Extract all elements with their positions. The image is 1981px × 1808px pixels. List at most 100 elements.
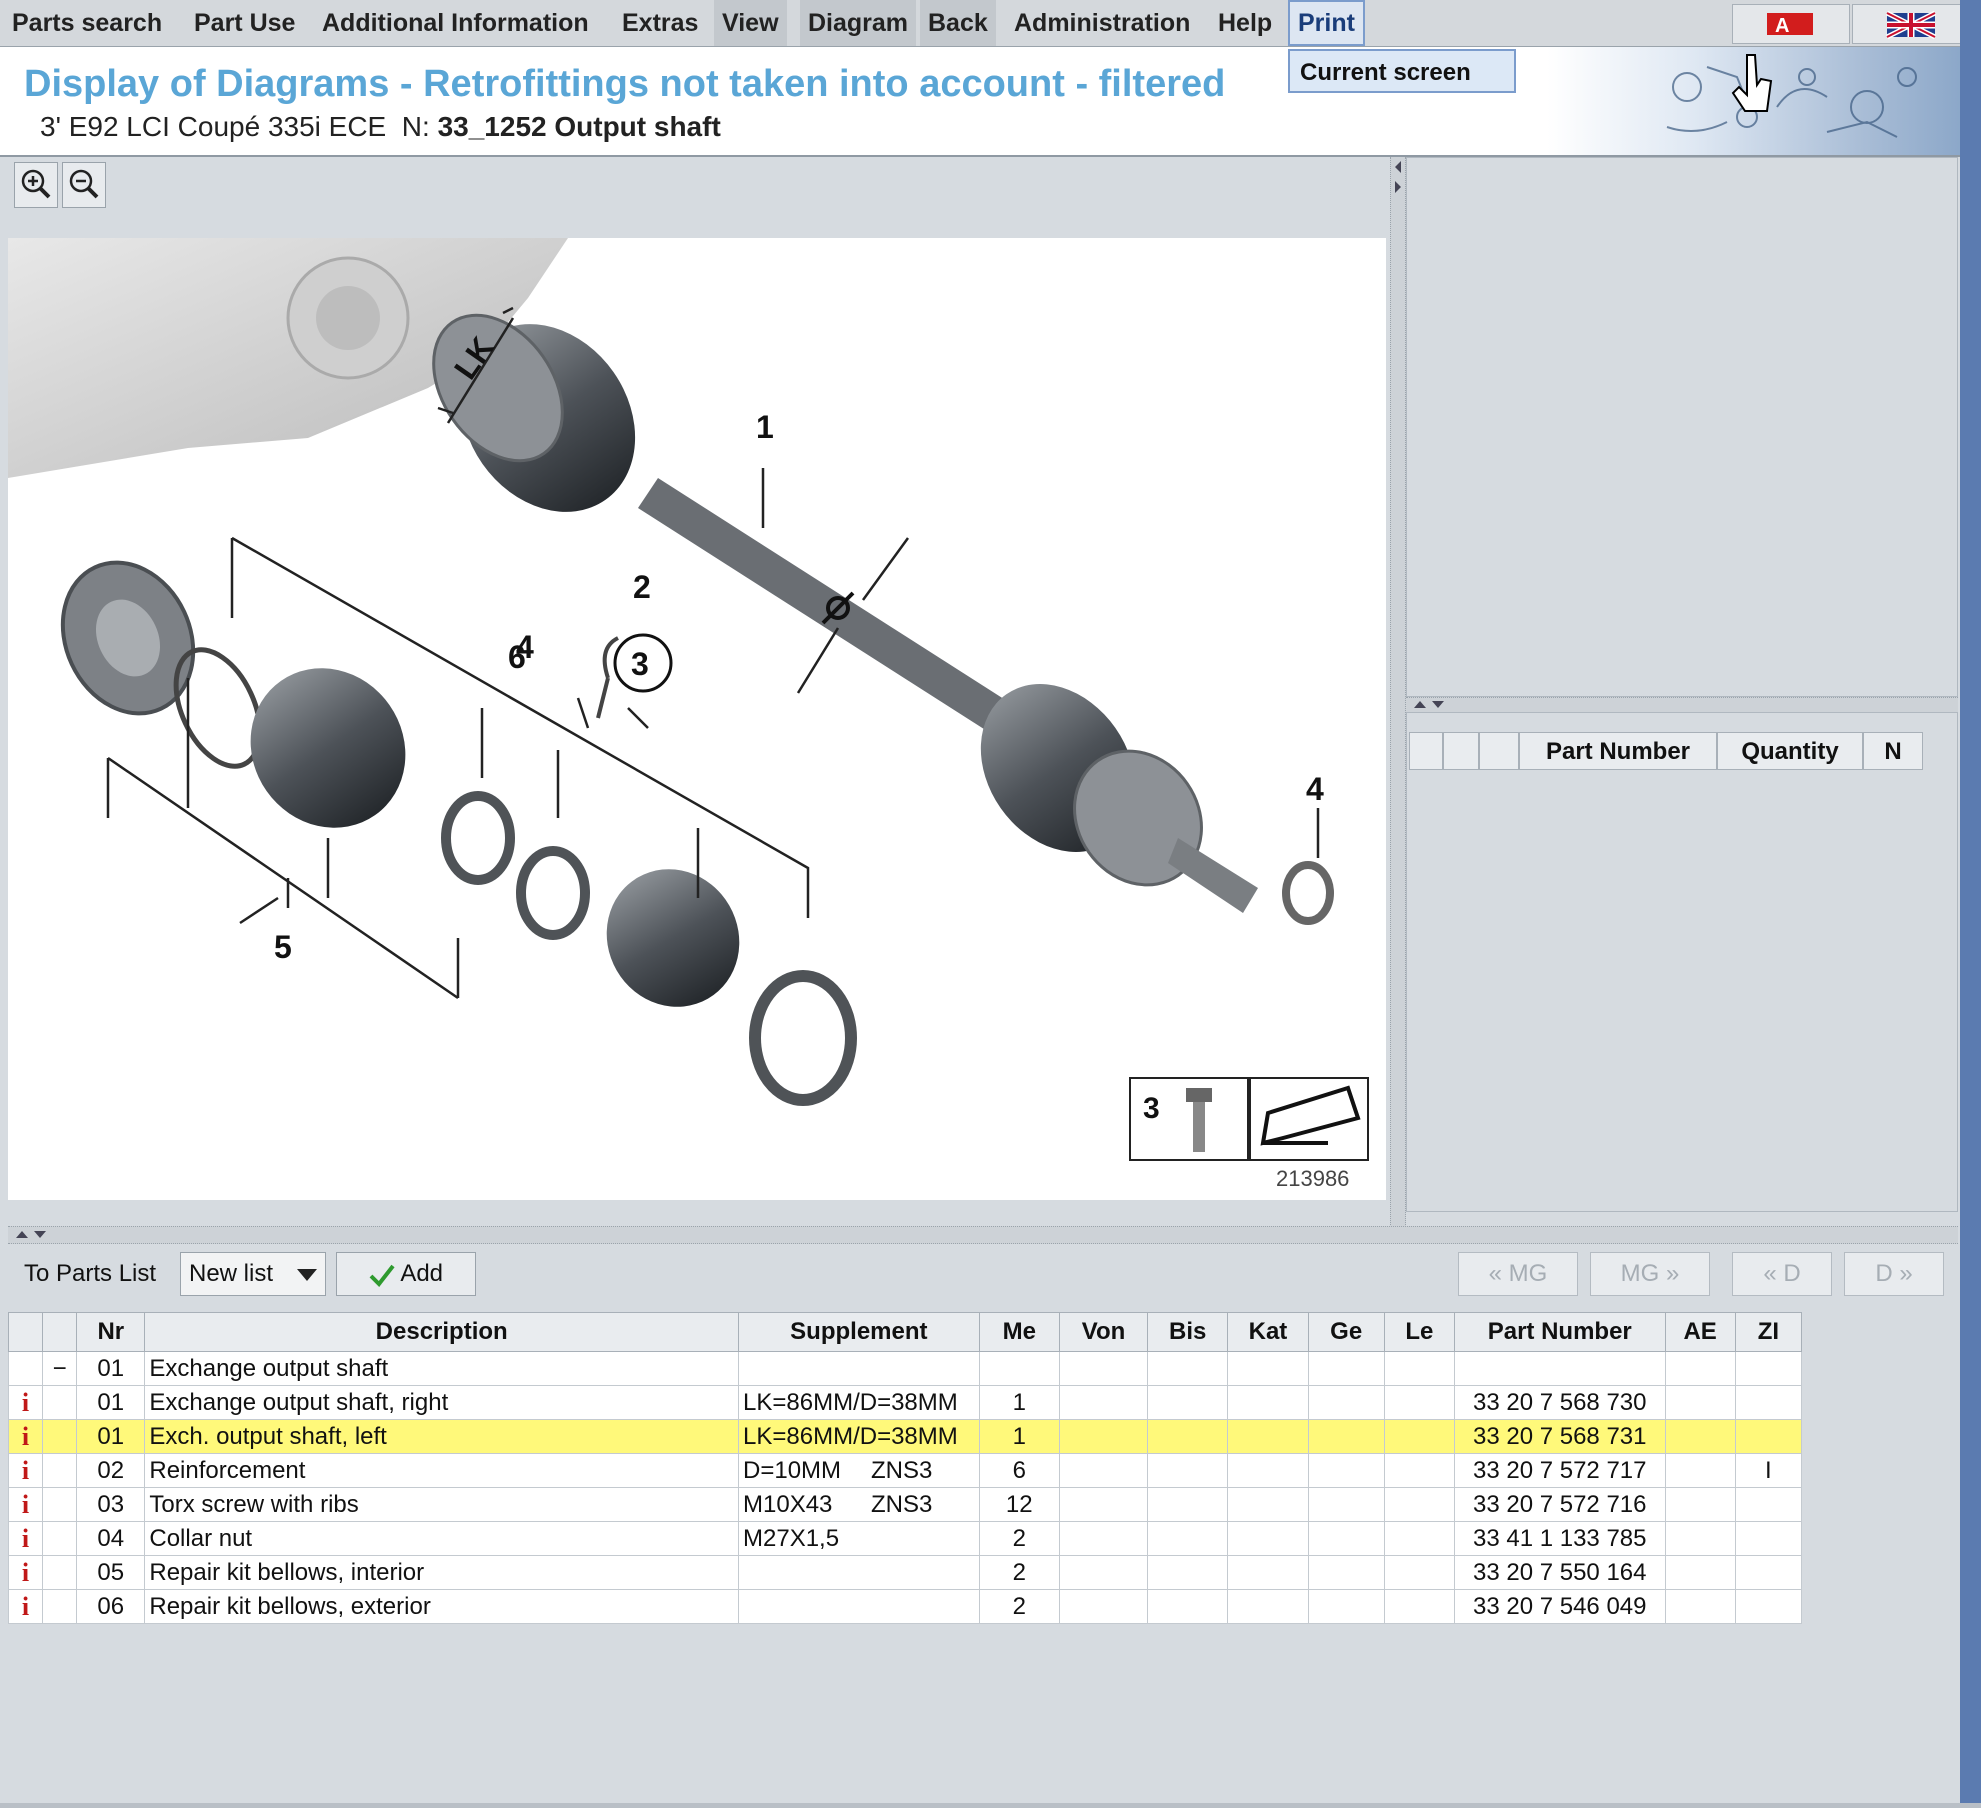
callout-3[interactable]: 3 bbox=[631, 646, 649, 682]
cell-marker: − bbox=[42, 1351, 78, 1386]
cell-marker bbox=[42, 1521, 78, 1556]
diagram-image[interactable]: 1 2 4 4 5 6 3 LK 3 213986 bbox=[8, 238, 1386, 1200]
callout-5[interactable]: 5 bbox=[274, 929, 292, 965]
splitter-arrows-icon-main bbox=[16, 1231, 46, 1238]
right-horizontal-splitter[interactable] bbox=[1406, 697, 1958, 713]
cell-bis bbox=[1147, 1453, 1229, 1488]
table-row[interactable]: i 06 Repair kit bellows, exterior 2 33 20 7 … bbox=[7, 1589, 1803, 1624]
info-icon[interactable]: i bbox=[7, 1453, 44, 1488]
zoom-in-button[interactable] bbox=[14, 162, 58, 208]
menu-view[interactable]: View bbox=[714, 0, 787, 46]
menu-administration[interactable]: Administration bbox=[1012, 0, 1192, 46]
mini-col-1[interactable] bbox=[1443, 732, 1479, 770]
col-info[interactable] bbox=[7, 1312, 44, 1352]
cell-marker bbox=[42, 1487, 78, 1522]
vehicle-subtitle: 3' E92 LCI Coupé 335i ECE N: 33_1252 Out… bbox=[40, 111, 721, 143]
col-von[interactable]: Von bbox=[1058, 1312, 1149, 1352]
col-marker[interactable] bbox=[42, 1312, 78, 1352]
col-bis[interactable]: Bis bbox=[1147, 1312, 1229, 1352]
parts-table-body: −01 Exchange output shaft i 01 Exchange outp… bbox=[7, 1351, 1803, 1624]
table-row[interactable]: i 04 Collar nut M27X1,5 2 33 41 1 133 785 bbox=[7, 1521, 1803, 1556]
cell-ge bbox=[1307, 1419, 1385, 1454]
info-icon[interactable]: i bbox=[7, 1521, 44, 1556]
cell-part-number: 33 20 7 568 730 bbox=[1453, 1385, 1666, 1420]
info-icon[interactable]: i bbox=[7, 1555, 44, 1590]
callout-2[interactable]: 2 bbox=[633, 569, 651, 605]
cell-bis bbox=[1147, 1589, 1229, 1624]
mini-col-n[interactable]: N bbox=[1863, 732, 1923, 770]
col-part-number[interactable]: Part Number bbox=[1453, 1312, 1666, 1352]
info-icon[interactable]: i bbox=[7, 1487, 44, 1522]
col-supplement[interactable]: Supplement bbox=[738, 1312, 980, 1352]
zoom-out-icon bbox=[69, 169, 99, 199]
col-nr[interactable]: Nr bbox=[76, 1312, 146, 1352]
menu-extras[interactable]: Extras bbox=[620, 0, 700, 46]
mini-col-part-number[interactable]: Part Number bbox=[1519, 732, 1717, 770]
cell-part-number: 33 20 7 546 049 bbox=[1453, 1589, 1666, 1624]
table-row[interactable]: −01 Exchange output shaft bbox=[7, 1351, 1803, 1386]
cell-le bbox=[1383, 1487, 1455, 1522]
housing-bore bbox=[316, 286, 380, 350]
menu-additional-information[interactable]: Additional Information bbox=[320, 0, 591, 46]
cell-me: 2 bbox=[978, 1589, 1060, 1624]
menu-back[interactable]: Back bbox=[920, 0, 996, 46]
collar-nut bbox=[1282, 861, 1334, 925]
cell-le bbox=[1383, 1521, 1455, 1556]
next-mg-button[interactable]: MG » bbox=[1590, 1252, 1710, 1296]
table-row[interactable]: i 03 Torx screw with ribs M10X43 ZNS3 12 33 20… bbox=[7, 1487, 1803, 1522]
cell-von bbox=[1058, 1453, 1149, 1488]
col-kat[interactable]: Kat bbox=[1227, 1312, 1309, 1352]
to-parts-list-label: To Parts List bbox=[24, 1260, 157, 1287]
cell-ae bbox=[1664, 1453, 1736, 1488]
cell-description: Collar nut bbox=[144, 1521, 740, 1556]
cell-nr: 06 bbox=[76, 1589, 146, 1624]
cell-ge bbox=[1307, 1351, 1385, 1386]
zoom-out-button[interactable] bbox=[62, 162, 106, 208]
parts-list-select[interactable]: New list bbox=[180, 1252, 326, 1296]
info-icon[interactable]: i bbox=[7, 1419, 44, 1454]
menu-diagram[interactable]: Diagram bbox=[800, 0, 917, 46]
diagram-prefix: N: bbox=[401, 111, 430, 142]
cell-me: 1 bbox=[978, 1419, 1060, 1454]
collapse-arrows-icon bbox=[1395, 161, 1401, 193]
menu-help[interactable]: Help bbox=[1216, 0, 1274, 46]
cell-nr: 03 bbox=[76, 1487, 146, 1522]
prev-mg-button[interactable]: « MG bbox=[1458, 1252, 1578, 1296]
table-row[interactable]: i 02 Reinforcement D=10MM ZNS3 6 33 20 7 572 7… bbox=[7, 1453, 1803, 1488]
table-row[interactable]: i 01 Exchange output shaft, right LK=86MM/D… bbox=[7, 1385, 1803, 1420]
table-row[interactable]: i 05 Repair kit bellows, interior 2 33 20 7 … bbox=[7, 1555, 1803, 1590]
col-me[interactable]: Me bbox=[978, 1312, 1060, 1352]
col-le[interactable]: Le bbox=[1383, 1312, 1455, 1352]
mini-col-2[interactable] bbox=[1479, 732, 1519, 770]
mini-col-0[interactable] bbox=[1409, 732, 1443, 770]
menu-parts-search[interactable]: Parts search bbox=[10, 0, 164, 46]
callout-1[interactable]: 1 bbox=[756, 409, 774, 445]
menu-part-use[interactable]: Part Use bbox=[192, 0, 297, 46]
callout-4-nut[interactable]: 4 bbox=[1306, 771, 1324, 807]
info-icon[interactable]: i bbox=[7, 1589, 44, 1624]
diagram-name: 33_1252 Output shaft bbox=[437, 111, 721, 142]
next-d-button[interactable]: D » bbox=[1844, 1252, 1944, 1296]
print-current-screen-item[interactable]: Current screen bbox=[1288, 49, 1516, 93]
cell-me: 2 bbox=[978, 1555, 1060, 1590]
uk-flag-button[interactable] bbox=[1852, 4, 1970, 44]
callout-6[interactable]: 6 bbox=[508, 639, 526, 675]
mini-col-quantity[interactable]: Quantity bbox=[1717, 732, 1863, 770]
col-description[interactable]: Description bbox=[144, 1312, 740, 1352]
vertical-splitter[interactable] bbox=[1390, 157, 1406, 1229]
menu-print[interactable]: Print bbox=[1288, 0, 1365, 46]
cell-von bbox=[1058, 1487, 1149, 1522]
add-button[interactable]: Add bbox=[336, 1252, 476, 1296]
language-flag-button[interactable]: A bbox=[1732, 4, 1850, 44]
table-row[interactable]: i 01 Exch. output shaft, left LK=86MM/D=38M… bbox=[7, 1419, 1803, 1454]
col-zi[interactable]: ZI bbox=[1734, 1312, 1803, 1352]
cell-marker bbox=[42, 1385, 78, 1420]
main-horizontal-splitter[interactable] bbox=[8, 1226, 1958, 1244]
prev-d-button[interactable]: « D bbox=[1732, 1252, 1832, 1296]
info-icon[interactable]: i bbox=[7, 1385, 44, 1420]
cell-zi bbox=[1734, 1419, 1803, 1454]
col-ge[interactable]: Ge bbox=[1307, 1312, 1385, 1352]
shaft-spline bbox=[1168, 838, 1258, 913]
col-ae[interactable]: AE bbox=[1664, 1312, 1736, 1352]
cell-supplement: D=10MM ZNS3 bbox=[738, 1453, 980, 1488]
